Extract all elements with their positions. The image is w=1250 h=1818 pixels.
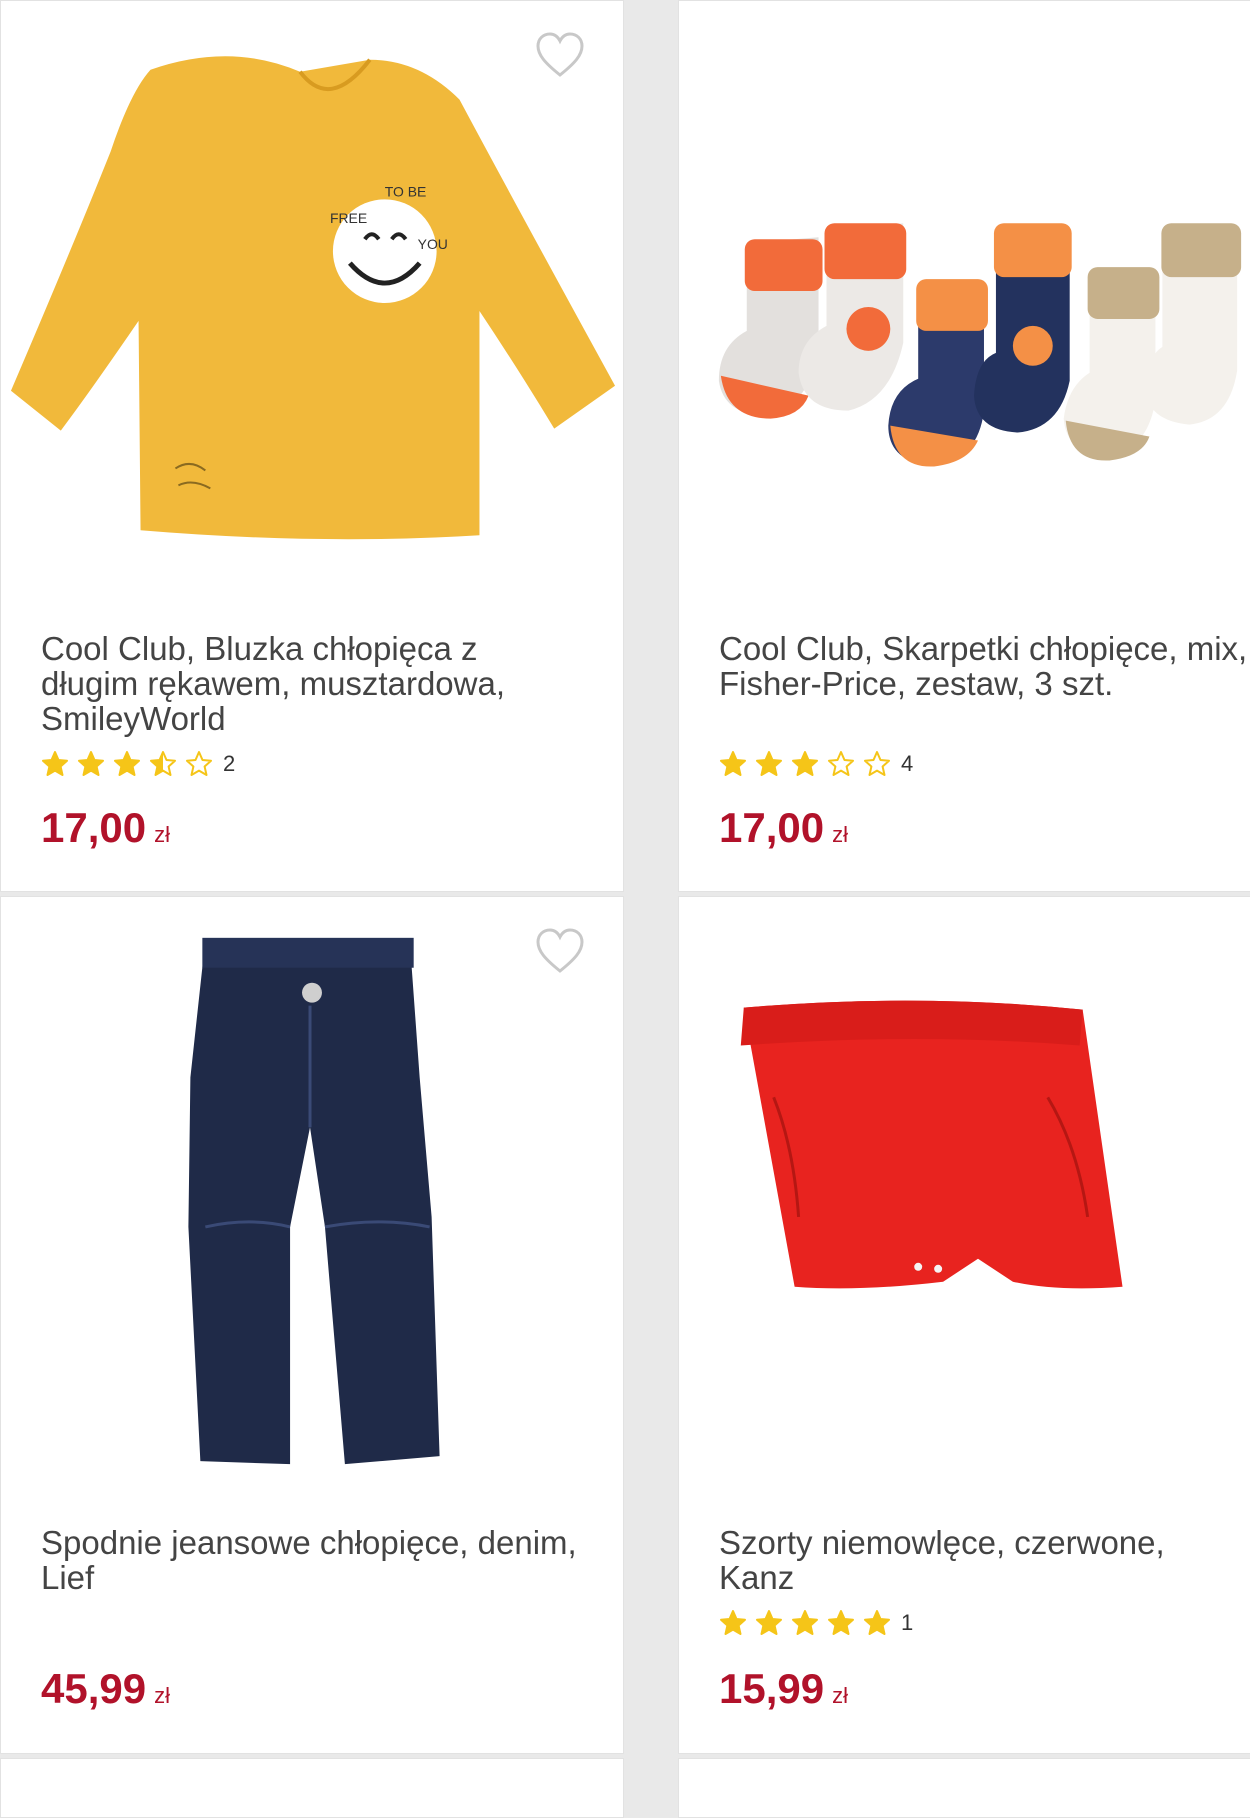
review-count: 1 bbox=[901, 1610, 914, 1635]
review-count: 4 bbox=[901, 751, 914, 776]
star-icon bbox=[114, 751, 140, 776]
price-value: 17,00 bbox=[41, 804, 147, 851]
price-currency: zł bbox=[154, 822, 170, 847]
star-icon bbox=[720, 1610, 746, 1635]
product-title[interactable]: Spodnie jeansowe chłopięce, denim, Lief bbox=[41, 1525, 583, 1595]
star-icon bbox=[42, 751, 68, 776]
product-image[interactable] bbox=[679, 1, 1250, 601]
rating-stars: 4 bbox=[719, 749, 913, 779]
product-card[interactable]: Szorty niemowlęce, czerwone, Kanz 1 15,9… bbox=[678, 896, 1250, 1754]
product-title[interactable]: Szorty niemowlęce, czerwone, Kanz bbox=[719, 1525, 1237, 1595]
price-currency: zł bbox=[832, 822, 848, 847]
review-count: 2 bbox=[223, 751, 236, 776]
price-currency: zł bbox=[832, 1683, 848, 1708]
product-card[interactable] bbox=[678, 1758, 1250, 1818]
product-image[interactable] bbox=[679, 897, 1250, 1497]
product-card[interactable]: Spodnie jeansowe chłopięce, denim, Lief … bbox=[0, 896, 624, 1754]
print-text-you: YOU bbox=[418, 236, 448, 252]
price-value: 45,99 bbox=[41, 1665, 147, 1712]
price-value: 15,99 bbox=[719, 1665, 825, 1712]
product-image[interactable] bbox=[1, 897, 623, 1497]
product-price: 17,00 zł bbox=[41, 804, 170, 852]
rating-stars: 2 bbox=[41, 749, 235, 779]
star-icon bbox=[150, 751, 176, 776]
price-value: 17,00 bbox=[719, 804, 825, 851]
star-icon bbox=[792, 751, 818, 776]
product-card[interactable]: Cool Club, Skarpetki chłopięce, mix, Fis… bbox=[678, 0, 1250, 892]
product-card[interactable]: FREE TO BE YOU Cool Club, Bluzka chłopię… bbox=[0, 0, 624, 892]
star-icon bbox=[864, 1610, 890, 1635]
star-icon bbox=[864, 751, 890, 776]
star-icon bbox=[720, 751, 746, 776]
product-card[interactable] bbox=[0, 1758, 624, 1818]
product-image[interactable]: FREE TO BE YOU bbox=[1, 1, 623, 601]
product-title[interactable]: Cool Club, Skarpetki chłopięce, mix, Fis… bbox=[719, 631, 1250, 701]
star-icon bbox=[756, 1610, 782, 1635]
print-text-to-be: TO BE bbox=[385, 183, 427, 199]
product-price: 15,99 zł bbox=[719, 1665, 848, 1713]
print-text-free: FREE bbox=[330, 210, 367, 226]
product-price: 45,99 zł bbox=[41, 1665, 170, 1713]
product-title[interactable]: Cool Club, Bluzka chłopięca z długim ręk… bbox=[41, 631, 583, 736]
product-price: 17,00 zł bbox=[719, 804, 848, 852]
star-icon bbox=[186, 751, 212, 776]
star-icon bbox=[78, 751, 104, 776]
star-icon bbox=[828, 751, 854, 776]
rating-stars bbox=[41, 1608, 43, 1638]
star-icon bbox=[792, 1610, 818, 1635]
rating-stars: 1 bbox=[719, 1608, 913, 1638]
price-currency: zł bbox=[154, 1683, 170, 1708]
star-icon bbox=[828, 1610, 854, 1635]
star-icon bbox=[756, 751, 782, 776]
